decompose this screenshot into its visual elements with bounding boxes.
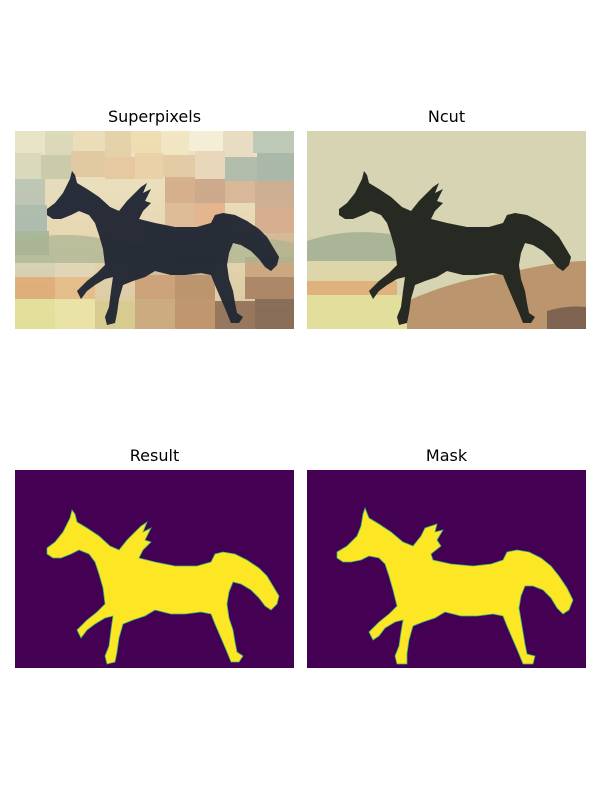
superpixels-title: Superpixels	[107, 107, 202, 126]
superpixels-image	[15, 131, 294, 329]
result-title: Result	[129, 446, 180, 465]
ncut-image	[307, 131, 586, 329]
mask-image	[307, 470, 586, 668]
ncut-title: Ncut	[427, 107, 466, 126]
mask-title: Mask	[425, 446, 468, 465]
result-image	[15, 470, 294, 668]
